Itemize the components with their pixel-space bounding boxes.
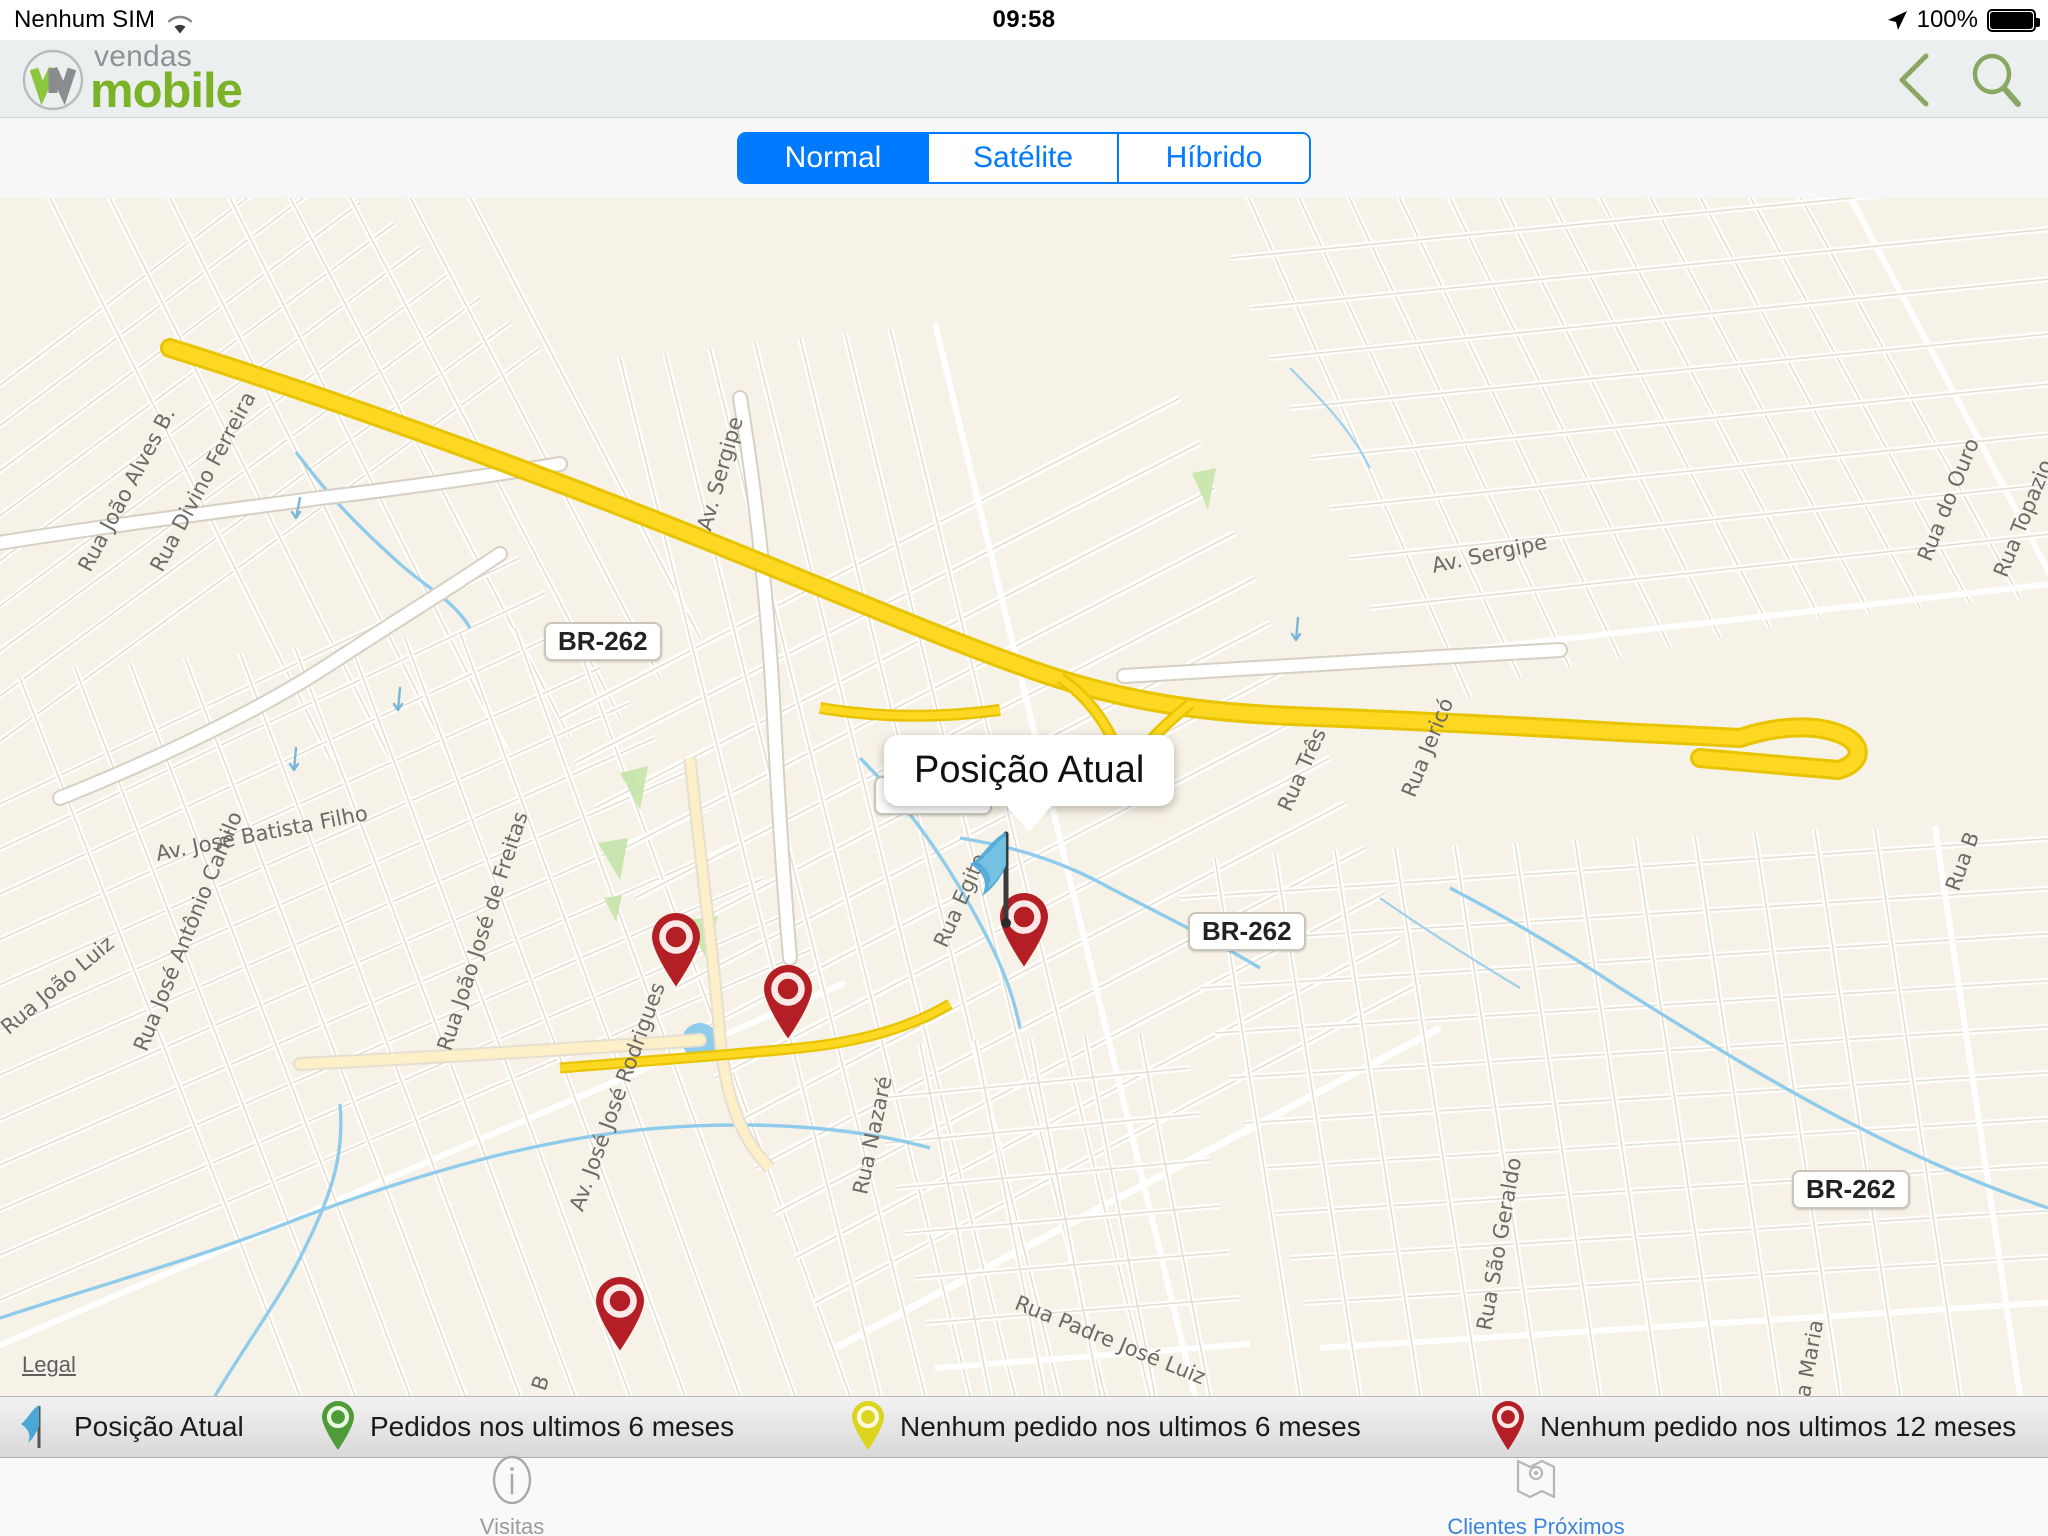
yellow-pin-icon	[850, 1399, 886, 1456]
tab-label-visitas: Visitas	[479, 1513, 545, 1536]
app-root: Nenhum SIM 09:58 100% vendas mobile Norm…	[0, 0, 2048, 1536]
map-legend-bar: Posição Atual Pedidos nos ultimos 6 mese…	[0, 1396, 2048, 1458]
battery-percent-label: 100%	[1916, 6, 1978, 33]
tab-label-clientes-proximos: Clientes Próximos	[1447, 1513, 1625, 1536]
info-circle-icon	[489, 1455, 535, 1512]
search-icon[interactable]	[1970, 52, 2022, 113]
app-logo: vendas mobile	[22, 42, 243, 118]
red-pin-icon	[1490, 1399, 1526, 1456]
red-pin-icon[interactable]	[591, 1274, 649, 1352]
legend-item-pedidos-6-meses: Pedidos nos ultimos 6 meses	[300, 1399, 830, 1456]
map-canvas[interactable]: Rua João Alves B. Rua Divino Ferreira Av. …	[0, 198, 2048, 1396]
red-pin-icon[interactable]	[759, 962, 817, 1040]
map-type-segmented-control[interactable]: Normal Satélite Híbrido	[737, 132, 1311, 184]
segment-hibrido[interactable]: Híbrido	[1119, 134, 1309, 182]
vm-logo-icon	[22, 49, 84, 111]
segment-satelite[interactable]: Satélite	[929, 134, 1119, 182]
legend-label-pedidos-6-meses: Pedidos nos ultimos 6 meses	[370, 1411, 735, 1442]
bottom-tab-bar: Visitas Clientes Próximos	[0, 1455, 2048, 1536]
navbar-actions	[1892, 52, 2022, 113]
green-pin-icon	[320, 1399, 356, 1456]
back-chevron-icon[interactable]	[1892, 52, 1936, 113]
road-shield: BR-262	[1792, 1170, 1910, 1209]
location-arrow-icon	[1886, 10, 1908, 32]
segment-normal[interactable]: Normal	[739, 134, 929, 182]
road-shield: BR-262	[544, 622, 662, 661]
clock-label: 09:58	[992, 6, 1056, 33]
map-icon	[1510, 1455, 1562, 1512]
legend-item-nenhum-pedido-12-meses: Nenhum pedido nos ultimos 12 meses	[1470, 1399, 2016, 1456]
brand-mobile-label: mobile	[90, 64, 243, 118]
legend-label-nenhum-pedido-6-meses: Nenhum pedido nos ultimos 6 meses	[900, 1411, 1361, 1442]
map-type-toolbar: Normal Satélite Híbrido	[0, 118, 2048, 198]
battery-full-icon	[1987, 8, 2040, 32]
legend-label-posicao-atual: Posição Atual	[74, 1411, 244, 1442]
blue-flag-icon	[20, 1398, 60, 1457]
app-navbar: vendas mobile	[0, 40, 2048, 118]
current-position-callout[interactable]: Posição Atual	[884, 735, 1175, 832]
ios-status-bar: Nenhum SIM 09:58 100%	[0, 0, 2048, 40]
red-pin-icon[interactable]	[647, 910, 705, 988]
tab-clientes-proximos[interactable]: Clientes Próximos	[1024, 1458, 2048, 1536]
status-right: 100%	[1886, 6, 2040, 34]
legend-item-posicao-atual: Posição Atual	[0, 1398, 300, 1457]
road-shield: BR-262	[1188, 912, 1306, 951]
legend-label-nenhum-pedido-12-meses: Nenhum pedido nos ultimos 12 meses	[1540, 1411, 2017, 1442]
callout-title: Posição Atual	[914, 749, 1145, 791]
legal-link[interactable]: Legal	[22, 1352, 76, 1378]
legend-item-nenhum-pedido-6-meses: Nenhum pedido nos ultimos 6 meses	[830, 1399, 1470, 1456]
tab-visitas[interactable]: Visitas	[0, 1455, 1024, 1536]
brand-wordmark: vendas mobile	[90, 42, 243, 118]
